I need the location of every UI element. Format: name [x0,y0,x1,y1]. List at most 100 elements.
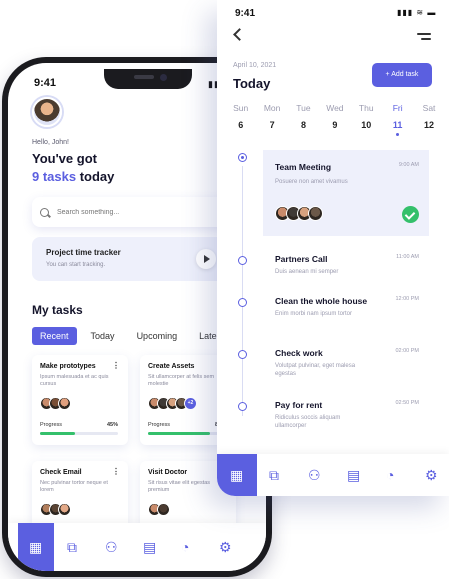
headline-suffix: today [76,169,115,184]
task-card-desc: Nec pulvinar tortor neque et lorem [40,480,108,493]
day-number: 8 [300,120,306,130]
chart-icon[interactable]: ◔ [181,540,189,554]
add-task-button[interactable]: + Add task [372,63,432,87]
day-number: 11 [382,120,413,136]
task-card[interactable]: Check Email ⋮ Nec pulvinar tortor neque et… [32,461,128,531]
day-sat[interactable]: Sat 12 [413,103,444,136]
timeline-dot [238,298,247,307]
menu-icon[interactable] [417,33,431,43]
time-tracker-card[interactable]: Project time tracker You can start track… [32,237,232,281]
search-input[interactable] [57,208,207,216]
event-desc: Posuere non amet vivamus [275,179,348,185]
avatar [58,397,71,410]
phone-notch [104,69,192,89]
day-thu[interactable]: Thu 10 [351,103,382,136]
bottom-nav: ▦ ⧉ ⚇ ▤ ◔ ⚙ [217,454,449,496]
play-icon[interactable] [196,249,216,269]
timeline-dot [238,256,247,265]
new-note-icon[interactable]: ⧉ [67,540,77,554]
event-desc: Volutpat pulvinar, eget malesa egestas [275,363,356,377]
progress-value: 45% [106,422,118,428]
users-icon[interactable]: ⚇ [105,540,118,554]
day-number: 7 [269,120,275,130]
calendar-icon[interactable]: ▤ [143,540,156,554]
progress-bar [148,432,226,435]
day-name: Mon [263,103,281,113]
settings-icon[interactable]: ⚙ [219,540,232,554]
task-card[interactable]: Make prototypes ⋮ Ipsum malesuada et ac qu… [32,355,128,445]
tracker-title: Project time tracker [46,248,121,257]
tab-upcoming[interactable]: Upcoming [129,327,186,345]
status-icons: ▮▮▮ ≋ ▬ [397,8,437,17]
task-card-title: Make prototypes [40,363,96,370]
tab-recent[interactable]: Recent [32,327,77,345]
week-strip: Sun 6 Mon 7 Tue 8 Wed 9 Thu 10 Fri 11 Sat 12 [225,103,445,136]
avatar-group [40,503,71,516]
task-count: 9 tasks [32,169,77,184]
day-fri[interactable]: Fri 11 [382,103,413,136]
chart-icon[interactable]: ◔ [386,468,394,482]
day-name: Fri [392,103,403,113]
event-item[interactable]: Pay for rent 02:50 PM Ridiculus soccis ali… [263,394,429,434]
event-time: 11:00 AM [396,254,419,260]
event-desc: Enim morbi nam ipsum tortor [275,311,353,317]
event-title: Team Meeting [275,162,332,172]
headline-line1: You've got [32,151,97,166]
new-note-icon[interactable]: ⧉ [269,468,279,482]
event-item[interactable]: Team Meeting 9:00 AM Posuere non amet viva… [263,150,429,236]
event-item[interactable]: Partners Call 11:00 AM Duis aenean mi semp… [263,248,429,288]
event-item[interactable]: Clean the whole house 12:00 PM Enim morbi … [263,290,429,330]
task-card-title: Check Email [40,469,82,476]
stage: 9:41 ▮▮▮ ≋ ▬ Hello, John! You've got 9 t… [0,0,449,579]
timeline-dot [238,402,247,411]
search-icon [40,207,49,217]
task-card-title: Create Assets [148,363,195,370]
event-time: 02:50 PM [395,400,419,406]
calendar-icon[interactable]: ▤ [347,468,360,482]
day-mon[interactable]: Mon 7 [256,103,287,136]
day-name: Sun [233,103,249,113]
progress-fill [148,432,211,435]
page-title: Today [233,76,271,91]
timeline-dot [238,350,247,359]
avatar[interactable] [32,97,62,127]
event-title: Pay for rent [275,400,323,410]
task-card-desc: Sit ullamcorper at felis sem molestie [148,374,215,387]
day-wed[interactable]: Wed 9 [319,103,350,136]
event-desc: Ridiculus soccis aliquam ullamcorper [275,415,341,429]
avatar [308,206,323,221]
day-tue[interactable]: Tue 8 [288,103,319,136]
day-number: 9 [332,120,338,130]
check-icon[interactable] [402,206,419,223]
event-time: 9:00 AM [398,162,419,168]
tracker-subtitle: You can start tracking. [46,262,106,268]
timeline-dot [238,153,247,162]
grid-icon[interactable]: ▦ [29,540,42,554]
progress-fill [40,432,76,435]
event-item[interactable]: Check work 02:00 PM Volutpat pulvinar, ege… [263,342,429,382]
my-tasks-title: My tasks [32,303,83,317]
timeline-line [242,166,243,416]
tab-today[interactable]: Today [83,327,123,345]
bottom-nav: ▦ ⧉ ⚇ ▤ ◔ ⚙ [8,523,266,571]
users-icon[interactable]: ⚇ [308,468,321,482]
back-arrow-icon[interactable] [233,28,246,41]
search-bar[interactable] [32,197,232,227]
day-sun[interactable]: Sun 6 [225,103,256,136]
settings-icon[interactable]: ⚙ [425,468,438,482]
avatar-group [40,397,71,410]
more-options-icon[interactable]: ⋮ [112,467,120,476]
schedule-screen: 9:41 ▮▮▮ ≋ ▬ April 10, 2021 Today + Add … [217,0,449,496]
current-date: April 10, 2021 [233,62,277,69]
grid-icon[interactable]: ▦ [230,468,243,482]
day-number: 6 [238,120,244,130]
status-time: 9:41 [235,8,256,19]
more-options-icon[interactable]: ⋮ [112,361,120,370]
day-name: Tue [296,103,311,113]
task-card-desc: Ipsum malesuada et ac quis cursus [40,374,109,387]
progress-label: Progress [148,422,171,428]
event-title: Clean the whole house [275,296,368,306]
greeting: Hello, John! [32,139,69,146]
avatar-group [148,503,170,516]
day-name: Sat [422,103,436,113]
